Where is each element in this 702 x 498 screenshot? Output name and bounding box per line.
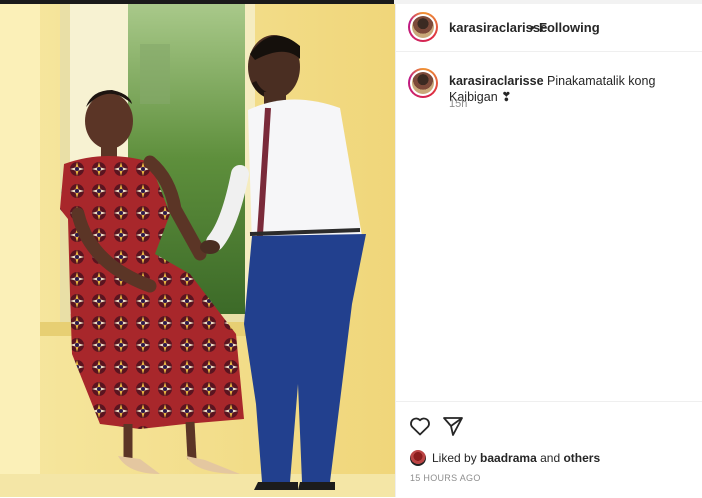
separator-dot: •: [530, 20, 535, 35]
caption-avatar[interactable]: [408, 68, 438, 98]
likes-prefix: Liked by: [432, 451, 477, 465]
liker-username[interactable]: baadrama: [480, 451, 537, 465]
instagram-post-view: karasiraclarisse • Following karasiracla…: [0, 0, 702, 497]
post-actions: Liked by baadrama and others 15 HOURS AG…: [396, 401, 702, 498]
post-photo[interactable]: [0, 4, 395, 497]
likes-summary[interactable]: Liked by baadrama and others: [432, 451, 600, 465]
post-caption: karasiraclarisse Pinakamatalik kong Kaib…: [449, 73, 694, 105]
caption-time: 15h: [449, 98, 468, 110]
post-header: karasiraclarisse • Following: [396, 4, 702, 52]
post-timestamp: 15 HOURS AGO: [410, 473, 481, 483]
couple-photo: [0, 4, 395, 497]
likes-middle: and: [540, 451, 561, 465]
heart-icon[interactable]: [408, 414, 432, 438]
post-side-panel: karasiraclarisse • Following karasiracla…: [395, 4, 702, 497]
liker-avatar[interactable]: [410, 450, 426, 466]
caption-username[interactable]: karasiraclarisse: [449, 74, 544, 88]
send-icon[interactable]: [441, 414, 465, 438]
avatar[interactable]: [408, 12, 438, 42]
likes-others[interactable]: others: [563, 451, 600, 465]
following-button[interactable]: Following: [539, 20, 600, 35]
